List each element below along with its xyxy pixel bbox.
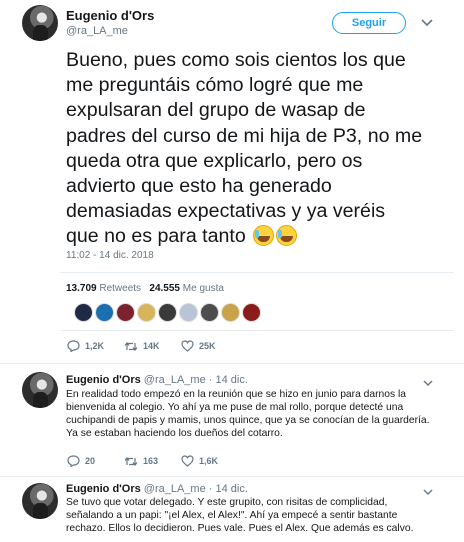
liker-avatar[interactable] bbox=[137, 303, 156, 322]
divider bbox=[60, 272, 454, 273]
liker-avatar[interactable] bbox=[158, 303, 177, 322]
tweet-text: Bueno, pues como sois cientos los que me… bbox=[66, 48, 436, 250]
author-name[interactable]: Eugenio d'Ors bbox=[66, 483, 141, 495]
likes-label[interactable]: Me gusta bbox=[183, 283, 224, 294]
tweet-timestamp[interactable]: 11:02 - 14 dic. 2018 bbox=[66, 250, 154, 261]
avatar[interactable] bbox=[22, 5, 58, 41]
like-count: 1,6K bbox=[199, 456, 219, 466]
author-handle[interactable]: @ra_LA_me bbox=[66, 25, 128, 37]
reply-actions: 20 163 1,6K bbox=[67, 455, 218, 467]
divider bbox=[0, 476, 464, 477]
heart-icon bbox=[181, 455, 194, 467]
like-button[interactable]: 1,6K bbox=[181, 455, 218, 467]
reply-count: 20 bbox=[85, 456, 96, 466]
divider bbox=[60, 330, 454, 331]
divider bbox=[0, 363, 464, 364]
retweet-count: 14K bbox=[143, 341, 160, 351]
tweet-text-body: Bueno, pues como sois cientos los que me… bbox=[66, 49, 423, 248]
retweet-count: 163 bbox=[143, 456, 159, 466]
retweets-label[interactable]: Retweets bbox=[99, 283, 141, 294]
author-handle[interactable]: @ra_LA_me bbox=[144, 483, 206, 495]
reply-date[interactable]: 14 dic. bbox=[216, 483, 248, 495]
grinning-sweat-icon bbox=[276, 225, 298, 247]
reply-date[interactable]: 14 dic. bbox=[216, 374, 248, 386]
liker-avatar[interactable] bbox=[179, 303, 198, 322]
author-handle[interactable]: @ra_LA_me bbox=[144, 374, 206, 386]
separator: · bbox=[208, 483, 213, 495]
chevron-down-icon[interactable] bbox=[421, 17, 433, 29]
follow-button[interactable]: Seguir bbox=[332, 12, 406, 34]
retweet-icon bbox=[124, 341, 138, 351]
reply-text: Se tuvo que votar delegado. Y este grupi… bbox=[66, 497, 414, 534]
reply-icon bbox=[67, 455, 80, 467]
liker-avatars bbox=[74, 303, 261, 322]
liker-avatar[interactable] bbox=[221, 303, 240, 322]
liker-avatar[interactable] bbox=[74, 303, 93, 322]
engagement-stats: 13.709 Retweets 24.555 Me gusta bbox=[66, 283, 224, 294]
reply-text: En realidad todo empezó en la reunión qu… bbox=[66, 389, 430, 439]
separator: · bbox=[208, 374, 213, 386]
reply-icon bbox=[67, 340, 80, 352]
liker-avatar[interactable] bbox=[95, 303, 114, 322]
avatar[interactable] bbox=[22, 483, 58, 519]
author-name[interactable]: Eugenio d'Ors bbox=[66, 8, 154, 23]
author-name[interactable]: Eugenio d'Ors bbox=[66, 374, 141, 386]
likes-count[interactable]: 24.555 bbox=[149, 283, 180, 294]
liker-avatar[interactable] bbox=[116, 303, 135, 322]
retweet-button[interactable]: 163 bbox=[124, 456, 181, 467]
reply-button[interactable]: 20 bbox=[67, 455, 124, 467]
reply-count: 1,2K bbox=[85, 341, 105, 351]
liker-avatar[interactable] bbox=[200, 303, 219, 322]
liker-avatar[interactable] bbox=[242, 303, 261, 322]
reply-header: Eugenio d'Ors @ra_LA_me · 14 dic. bbox=[66, 374, 248, 386]
grinning-sweat-icon bbox=[253, 225, 275, 247]
like-button[interactable]: 25K bbox=[181, 340, 216, 352]
retweets-count[interactable]: 13.709 bbox=[66, 283, 97, 294]
reply-header: Eugenio d'Ors @ra_LA_me · 14 dic. bbox=[66, 483, 248, 495]
tweet-actions: 1,2K 14K 25K bbox=[67, 340, 216, 352]
heart-icon bbox=[181, 340, 194, 352]
reply-button[interactable]: 1,2K bbox=[67, 340, 124, 352]
like-count: 25K bbox=[199, 341, 216, 351]
retweet-button[interactable]: 14K bbox=[124, 341, 181, 352]
retweet-icon bbox=[124, 456, 138, 466]
avatar[interactable] bbox=[22, 372, 58, 408]
